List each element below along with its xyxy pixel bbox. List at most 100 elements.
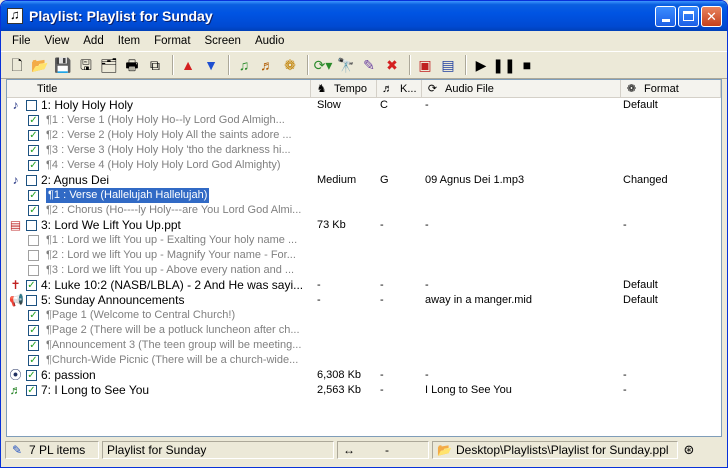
row-checkbox[interactable] [28, 250, 39, 261]
row-checkbox[interactable]: ✓ [28, 310, 39, 321]
playlist-item-row[interactable]: 📢 5: Sunday Announcements - - away in a mang… [7, 293, 721, 308]
row-key-cell [377, 263, 422, 278]
menu-add[interactable]: Add [76, 31, 110, 51]
announcement-icon: 📢 [9, 293, 24, 307]
add-item-button[interactable]: ♬ [257, 55, 277, 75]
sub-item-row[interactable]: ✓ ¶2 : Chorus (Ho----ly Holy---are You Lo… [7, 203, 721, 218]
sub-item-row[interactable]: ✓ ¶Page 1 (Welcome to Central Church!) [7, 308, 721, 323]
pause-button[interactable]: ❚❚ [492, 55, 516, 75]
playlist-item-row[interactable]: ♪ 1: Holy Holy Holy Slow C - Default [7, 98, 721, 113]
menu-item[interactable]: Item [111, 31, 147, 51]
sub-item-row[interactable]: ✓ ¶Church-Wide Picnic (There will be a ch… [7, 353, 721, 368]
copy-icon: ⧉ [150, 57, 160, 73]
audio-options-icon: ⟳▾ [313, 57, 333, 73]
row-checkbox[interactable]: ✓ [28, 160, 39, 171]
row-checkbox[interactable]: ✓ [28, 190, 39, 201]
save-as-button[interactable]: 🖫 [76, 55, 96, 75]
row-checkbox[interactable]: ✓ [26, 385, 37, 396]
row-checkbox[interactable] [26, 295, 37, 306]
preview-screen-button[interactable]: ▤ [438, 55, 458, 75]
playlist-list[interactable]: Title ♞ Tempo ♬ K... ⟳ Audio File ❁ Format ♪ 1: H… [6, 79, 722, 437]
sub-item-row[interactable]: ✓ ¶1 : Verse 1 (Holy Holy Ho--ly Lord God… [7, 113, 721, 128]
column-key[interactable]: ♬ K... [377, 80, 422, 98]
row-checkbox[interactable]: ✓ [28, 145, 39, 156]
stop-button[interactable]: ■ [517, 55, 537, 75]
properties-button[interactable]: 🗂 [99, 55, 119, 75]
move-down-button[interactable]: ▼ [201, 55, 221, 75]
row-checkbox[interactable] [26, 220, 37, 231]
row-tempo-cell [311, 203, 377, 218]
row-checkbox[interactable]: ✓ [26, 370, 37, 381]
row-checkbox[interactable]: ✓ [28, 355, 39, 366]
row-audio-cell [422, 158, 621, 173]
row-audio-cell [422, 263, 621, 278]
sub-item-row[interactable]: ✓ ¶Page 2 (There will be a potluck lunche… [7, 323, 721, 338]
minimize-button[interactable] [655, 5, 676, 27]
menu-format[interactable]: Format [147, 31, 197, 51]
sub-item-title: ¶1 : Verse 1 (Holy Holy Ho--ly Lord God … [46, 114, 285, 126]
row-checkbox[interactable]: ✓ [28, 340, 39, 351]
format-icon: ❁ [626, 82, 637, 95]
close-button[interactable]: ✕ [701, 5, 722, 27]
row-checkbox[interactable] [28, 265, 39, 276]
row-checkbox[interactable] [26, 100, 37, 111]
theme-button[interactable]: ❁ [280, 55, 300, 75]
delete-button[interactable]: ✖ [382, 55, 402, 75]
edit-button[interactable]: ✎ [359, 55, 379, 75]
row-checkbox[interactable]: ✓ [28, 325, 39, 336]
column-format[interactable]: ❁ Format [621, 80, 721, 98]
row-tempo-cell [311, 353, 377, 368]
move-up-button[interactable]: ▲ [178, 55, 198, 75]
row-checkbox[interactable] [26, 175, 37, 186]
menu-audio[interactable]: Audio [248, 31, 291, 51]
row-checkbox[interactable]: ✓ [28, 205, 39, 216]
maximize-button[interactable] [678, 5, 699, 27]
column-tempo[interactable]: ♞ Tempo [311, 80, 377, 98]
row-format-cell [621, 263, 721, 278]
row-key-cell [377, 143, 422, 158]
preview-screen-icon: ▤ [441, 57, 455, 73]
play-button[interactable]: ▶ [471, 55, 491, 75]
row-checkbox[interactable]: ✓ [28, 115, 39, 126]
sub-item-row[interactable]: ¶2 : Lord we lift You up - Magnify Your … [7, 248, 721, 263]
sub-item-row[interactable]: ✓ ¶Announcement 3 (The teen group will be… [7, 338, 721, 353]
add-song-button[interactable]: ♫ [234, 55, 254, 75]
copy-button[interactable]: ⧉ [145, 55, 165, 75]
sub-item-row[interactable]: ✓ ¶2 : Verse 2 (Holy Holy Holy All the sa… [7, 128, 721, 143]
row-format-cell [621, 128, 721, 143]
row-checkbox[interactable]: ✓ [26, 280, 37, 291]
open-folder-button[interactable]: 📂 [30, 55, 50, 75]
display-screen-button[interactable]: ▣ [415, 55, 435, 75]
save-button[interactable]: 💾 [53, 55, 73, 75]
playlist-item-row[interactable]: ♪ 2: Agnus Dei Medium G 09 Agnus Dei 1.mp3 Ch… [7, 173, 721, 188]
row-title-cell: ✓ ¶1 : Verse (Hallelujah Hallelujah) [7, 188, 311, 203]
find-button[interactable]: 🔭 [336, 55, 356, 75]
playlist-item-row[interactable]: ✝ ✓ 4: Luke 10:2 (NASB/LBLA) - 2 And He wa… [7, 278, 721, 293]
network-icon[interactable]: ⊛ [681, 442, 697, 458]
column-title[interactable]: Title [7, 80, 311, 98]
status-items-text: 7 PL items [29, 442, 86, 457]
column-tempo-label: Tempo [334, 82, 368, 95]
row-checkbox[interactable] [28, 235, 39, 246]
sub-item-row[interactable]: ¶3 : Lord we lift You up - Above every n… [7, 263, 721, 278]
menu-file[interactable]: File [5, 31, 38, 51]
new-playlist-button[interactable]: 🗋 [7, 55, 27, 75]
title-bar[interactable]: Playlist: Playlist for Sunday ✕ [1, 1, 727, 31]
sub-item-row[interactable]: ✓ ¶3 : Verse 3 (Holy Holy Holy 'tho the d… [7, 143, 721, 158]
sub-item-row[interactable]: ¶1 : Lord we lift You up - Exalting Your… [7, 233, 721, 248]
audio-options-button[interactable]: ⟳▾ [313, 55, 333, 75]
column-audio[interactable]: ⟳ Audio File [422, 80, 621, 98]
row-audio-cell: - [425, 219, 429, 231]
sub-item-row[interactable]: ✓ ¶4 : Verse 4 (Holy Holy Holy Lord God A… [7, 158, 721, 173]
playlist-item-row[interactable]: ♬ ✓ 7: I Long to See You 2,563 Kb - I Long to… [7, 383, 721, 398]
sub-item-row[interactable]: ✓ ¶1 : Verse (Hallelujah Hallelujah) [7, 188, 721, 203]
row-audio-cell [422, 323, 621, 338]
playlist-item-row[interactable]: ▤ 3: Lord We Lift You Up.ppt 73 Kb - - - [7, 218, 721, 233]
app-icon[interactable] [7, 7, 23, 24]
playlist-item-row[interactable]: ⦿ ✓ 6: passion 6,308 Kb - - - [7, 368, 721, 383]
pause-icon: ❚❚ [492, 57, 516, 73]
menu-screen[interactable]: Screen [198, 31, 248, 51]
row-checkbox[interactable]: ✓ [28, 130, 39, 141]
print-button[interactable]: 🖶 [122, 55, 142, 75]
menu-view[interactable]: View [38, 31, 77, 51]
